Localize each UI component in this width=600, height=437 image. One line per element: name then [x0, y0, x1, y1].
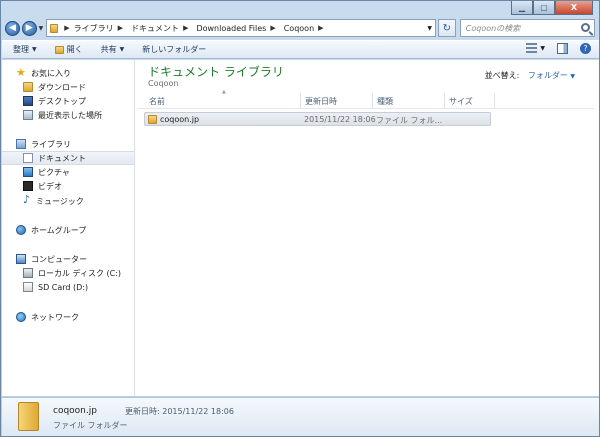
forward-arrow-icon: ▶ [25, 23, 33, 33]
page-subtitle: Coqoon [148, 79, 179, 88]
column-size[interactable]: サイズ [449, 96, 473, 107]
column-divider[interactable] [444, 93, 445, 109]
star-icon: ★ [16, 66, 26, 79]
folder-open-icon [54, 45, 64, 54]
view-options-icon[interactable] [526, 43, 538, 54]
address-bar[interactable]: ▶ ライブラリ ▶ ドキュメント ▶ Downloaded Files ▶ Coqoo… [46, 19, 436, 37]
chevron-right-icon[interactable]: ▶ [64, 24, 69, 32]
address-dropdown-icon[interactable]: ▼ [427, 25, 432, 32]
sidebar-item-homegroup[interactable]: ホームグループ [16, 223, 148, 237]
view-controls: ▼ ? [514, 43, 591, 54]
breadcrumb-downloaded-files[interactable]: Downloaded Files ▶ [196, 24, 279, 33]
search-icon [581, 23, 590, 32]
chevron-right-icon[interactable]: ▶ [318, 24, 323, 32]
column-divider[interactable] [372, 93, 373, 109]
address-row: ◀ ▶ ▼ ▶ ライブラリ ▶ ドキュメント ▶ Downloaded Files ▶… [5, 18, 595, 38]
column-type[interactable]: 種類 [377, 96, 393, 107]
new-folder-button[interactable]: 新しいフォルダー [142, 44, 206, 55]
details-modified: 更新日時: 2015/11/22 18:06 [125, 406, 234, 417]
breadcrumb-libraries[interactable]: ライブラリ ▶ [74, 23, 127, 34]
close-icon: X [570, 3, 578, 12]
arrange-by: 並べ替え: フォルダー ▼ [485, 70, 575, 81]
homegroup-icon [16, 225, 26, 235]
music-icon [23, 193, 31, 206]
pictures-icon [23, 167, 33, 177]
computer-icon [16, 254, 26, 264]
desktop-icon [23, 96, 33, 106]
help-icon[interactable]: ? [580, 43, 591, 54]
refresh-icon: ↻ [442, 22, 452, 34]
chevron-down-icon: ▼ [570, 73, 575, 80]
main-area: ★ お気に入り ダウンロード デスクトップ 最近表示した場所 ライブラリ ドキュメ… [2, 60, 599, 396]
download-folder-icon [23, 82, 33, 92]
minimize-button[interactable]: ▁ [511, 1, 533, 15]
sort-indicator-icon: ▲ [222, 89, 226, 95]
file-modified: 2015/11/22 18:06 [304, 115, 376, 124]
preview-pane-icon[interactable] [557, 43, 568, 54]
network-icon [16, 312, 26, 322]
folder-icon [148, 115, 157, 124]
sidebar-item-documents[interactable]: ドキュメント [2, 151, 134, 165]
sidebar-item-favorites[interactable]: ★ お気に入り [16, 66, 148, 80]
breadcrumb-documents[interactable]: ドキュメント ▶ [131, 23, 192, 34]
back-arrow-icon: ◀ [8, 23, 16, 33]
close-button[interactable]: X [555, 1, 593, 15]
file-list-pane: ドキュメント ライブラリ Coqoon 並べ替え: フォルダー ▼ ▲ 名前 更… [136, 60, 599, 396]
folder-icon [18, 402, 39, 431]
back-button[interactable]: ◀ [5, 20, 20, 36]
open-button[interactable]: 開く [54, 44, 83, 55]
chevron-right-icon[interactable]: ▶ [118, 24, 123, 32]
chevron-down-icon[interactable]: ▼ [540, 45, 545, 52]
details-type: ファイル フォルダー [53, 421, 128, 430]
library-icon [16, 139, 26, 149]
arrange-by-label: 並べ替え: [484, 71, 520, 80]
details-modified-value: 2015/11/22 18:06 [162, 407, 234, 416]
forward-button[interactable]: ▶ [21, 20, 37, 36]
sidebar-item-network[interactable]: ネットワーク [16, 310, 148, 324]
column-name[interactable]: 名前 [149, 96, 165, 107]
maximize-button[interactable]: ▢ [533, 1, 555, 15]
chevron-down-icon: ▼ [119, 46, 125, 53]
sidebar-item-libraries[interactable]: ライブラリ [16, 137, 148, 151]
navigation-pane: ★ お気に入り ダウンロード デスクトップ 最近表示した場所 ライブラリ ドキュメ… [2, 60, 135, 396]
organize-button[interactable]: 整理 ▼ [13, 44, 37, 55]
column-divider[interactable] [494, 93, 495, 109]
video-icon [23, 181, 33, 191]
sidebar-item-computer[interactable]: コンピューター [16, 252, 148, 266]
chevron-right-icon[interactable]: ▶ [270, 24, 275, 32]
chevron-right-icon[interactable]: ▶ [183, 24, 188, 32]
chevron-down-icon: ▼ [32, 46, 37, 53]
file-name: coqoon.jp [160, 115, 200, 124]
folder-icon [50, 23, 59, 33]
command-toolbar: 整理 ▼ 開く 共有 ▼ 新しいフォルダー ▼ ? [2, 40, 599, 59]
hard-drive-icon [23, 268, 33, 278]
recent-pages-dropdown[interactable]: ▼ [39, 25, 44, 32]
details-pane: coqoon.jp ファイル フォルダー 更新日時: 2015/11/22 18… [2, 397, 599, 436]
document-icon [23, 153, 33, 163]
arrange-by-dropdown[interactable]: フォルダー ▼ [528, 71, 575, 80]
breadcrumb-coqoon[interactable]: Coqoon ▶ [284, 24, 328, 33]
column-modified[interactable]: 更新日時 [305, 96, 337, 107]
title-buttons: ▁ ▢ X [511, 1, 593, 15]
column-headers: ▲ 名前 更新日時 種類 サイズ [138, 89, 594, 109]
refresh-button[interactable]: ↻ [437, 19, 456, 37]
page-title: ドキュメント ライブラリ [148, 65, 284, 79]
column-divider[interactable] [300, 93, 301, 109]
file-type: ファイル フォル... [376, 116, 443, 125]
details-name: coqoon.jp [53, 406, 97, 416]
search-placeholder: Coqoonの検索 [465, 23, 521, 33]
table-row[interactable]: coqoon.jp 2015/11/22 18:06 ファイル フォル... [144, 112, 491, 126]
sd-card-icon [23, 282, 33, 292]
recent-places-icon [23, 110, 33, 120]
search-input[interactable]: Coqoonの検索 [459, 19, 595, 37]
details-modified-label: 更新日時: [125, 407, 160, 416]
share-button[interactable]: 共有 ▼ [101, 44, 125, 55]
explorer-window: ▁ ▢ X ◀ ▶ ▼ ▶ ライブラリ ▶ ドキュメント ▶ Downloaded … [0, 0, 600, 437]
